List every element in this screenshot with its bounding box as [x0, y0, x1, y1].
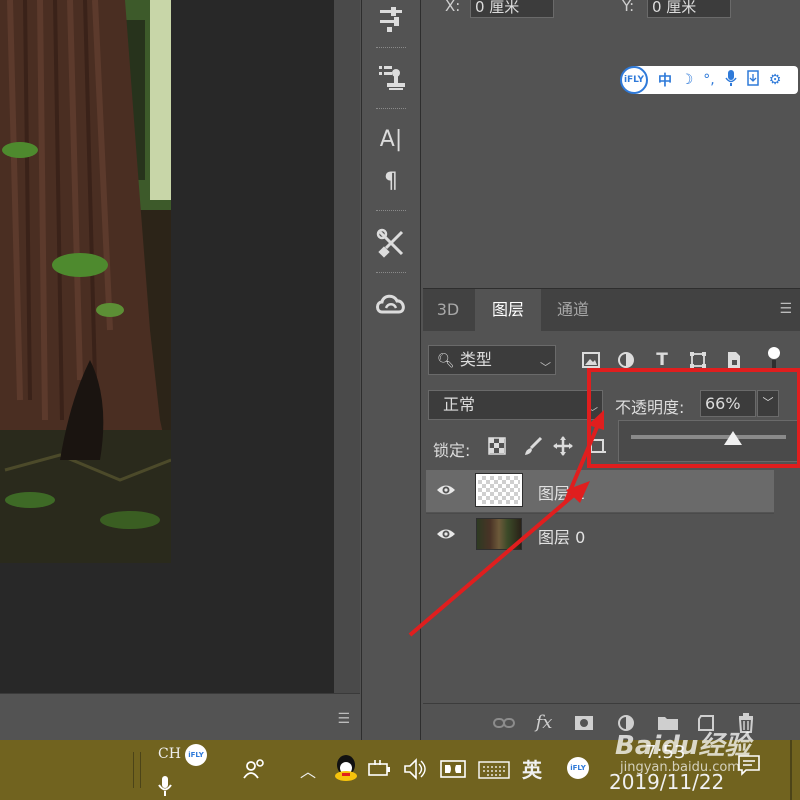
- baidu-watermark-logo: Baidu经验: [615, 731, 751, 761]
- power-icon[interactable]: [368, 758, 392, 782]
- annotation-overlay: [408, 368, 800, 637]
- divider: [140, 752, 141, 788]
- annotation-highlight-box: [587, 368, 800, 468]
- show-desktop-button[interactable]: [790, 740, 792, 800]
- dolby-icon[interactable]: [440, 760, 466, 782]
- annotation-arrow-line: [408, 486, 584, 637]
- ifly-tray-icon[interactable]: iFLY: [567, 757, 589, 779]
- mic-icon[interactable]: [158, 776, 172, 800]
- ifly-tray-icon[interactable]: iFLY: [185, 744, 207, 766]
- divider: [133, 752, 134, 788]
- volume-icon[interactable]: [403, 758, 429, 784]
- chevron-up-icon[interactable]: ︿: [300, 758, 316, 782]
- people-icon[interactable]: [243, 758, 267, 784]
- input-language-indicator[interactable]: CH: [158, 746, 181, 762]
- baidu-watermark-url: jingyan.baidu.com: [620, 760, 740, 775]
- keyboard-icon[interactable]: [478, 761, 510, 783]
- qq-icon[interactable]: [333, 754, 359, 786]
- ime-mode-indicator[interactable]: 英: [522, 754, 542, 783]
